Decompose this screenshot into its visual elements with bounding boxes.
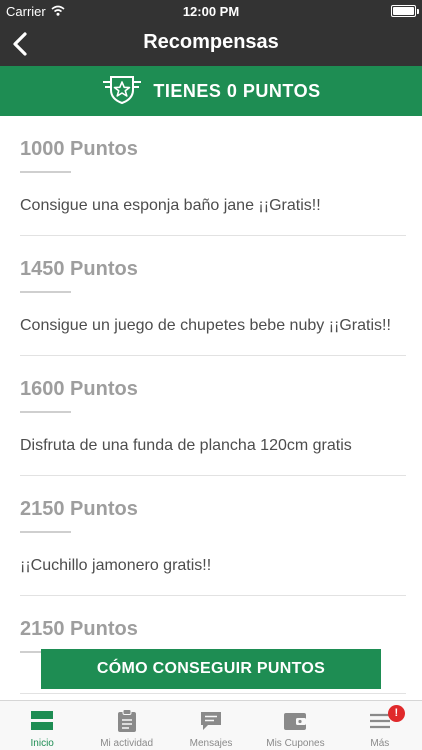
reward-points: 1000 Puntos: [20, 138, 138, 160]
tab-label: Mis Cupones: [266, 738, 325, 749]
tab-mi-actividad[interactable]: Mi actividad: [84, 701, 168, 750]
reward-points: 1450 Puntos: [20, 258, 138, 280]
tab-label: Inicio: [30, 738, 54, 749]
points-banner: TIENES 0 PUNTOS: [0, 66, 422, 116]
reward-description: Consigue un juego de chupetes bebe nuby …: [20, 317, 391, 334]
badge-star-icon: [101, 74, 143, 109]
home-icon: [29, 709, 55, 733]
reward-item[interactable]: 1450 Puntos Consigue un juego de chupete…: [20, 236, 406, 356]
tab-label: Mi actividad: [100, 738, 154, 749]
page-title: Recompensas: [143, 31, 279, 53]
reward-item[interactable]: 2150 Puntos ¡¡Cuchillo jamonero gratis!!: [20, 476, 406, 596]
reward-points: 2150 Puntos: [20, 618, 138, 640]
clock: 12:00 PM: [182, 4, 240, 19]
reward-points: 1600 Puntos: [20, 378, 138, 400]
clipboard-icon: [114, 709, 140, 733]
tab-mensajes[interactable]: Mensajes: [169, 701, 253, 750]
battery-icon: [391, 5, 419, 17]
tab-bar: Inicio Mi actividad Mensajes Mis Cupones…: [0, 700, 422, 750]
points-balance: TIENES 0 PUNTOS: [153, 80, 321, 101]
tab-inicio[interactable]: Inicio: [0, 701, 84, 750]
tab-label: Más: [370, 738, 390, 749]
tab-mis-cupones[interactable]: Mis Cupones: [253, 701, 337, 750]
status-bar: Carrier 12:00 PM: [0, 0, 422, 22]
reward-item[interactable]: 1000 Puntos Consigue una esponja baño ja…: [20, 116, 406, 236]
navigation-bar: Recompensas: [0, 22, 422, 66]
reward-points: 2150 Puntos: [20, 498, 138, 520]
reward-description: Disfruta de una funda de plancha 120cm g…: [20, 437, 352, 454]
reward-description: ¡¡Cuchillo jamonero gratis!!: [20, 557, 212, 574]
tab-label: Mensajes: [189, 738, 233, 749]
reward-item[interactable]: 1600 Puntos Disfruta de una funda de pla…: [20, 356, 406, 476]
tab-mas[interactable]: ! Más: [338, 701, 422, 750]
rewards-list[interactable]: 1000 Puntos Consigue una esponja baño ja…: [0, 116, 422, 700]
how-to-earn-points-button[interactable]: CÓMO CONSEGUIR PUNTOS: [41, 649, 381, 689]
reward-description: Consigue una esponja baño jane ¡¡Gratis!…: [20, 197, 321, 214]
wallet-icon: [282, 709, 308, 733]
notification-badge: !: [387, 705, 405, 722]
chat-icon: [198, 709, 224, 733]
